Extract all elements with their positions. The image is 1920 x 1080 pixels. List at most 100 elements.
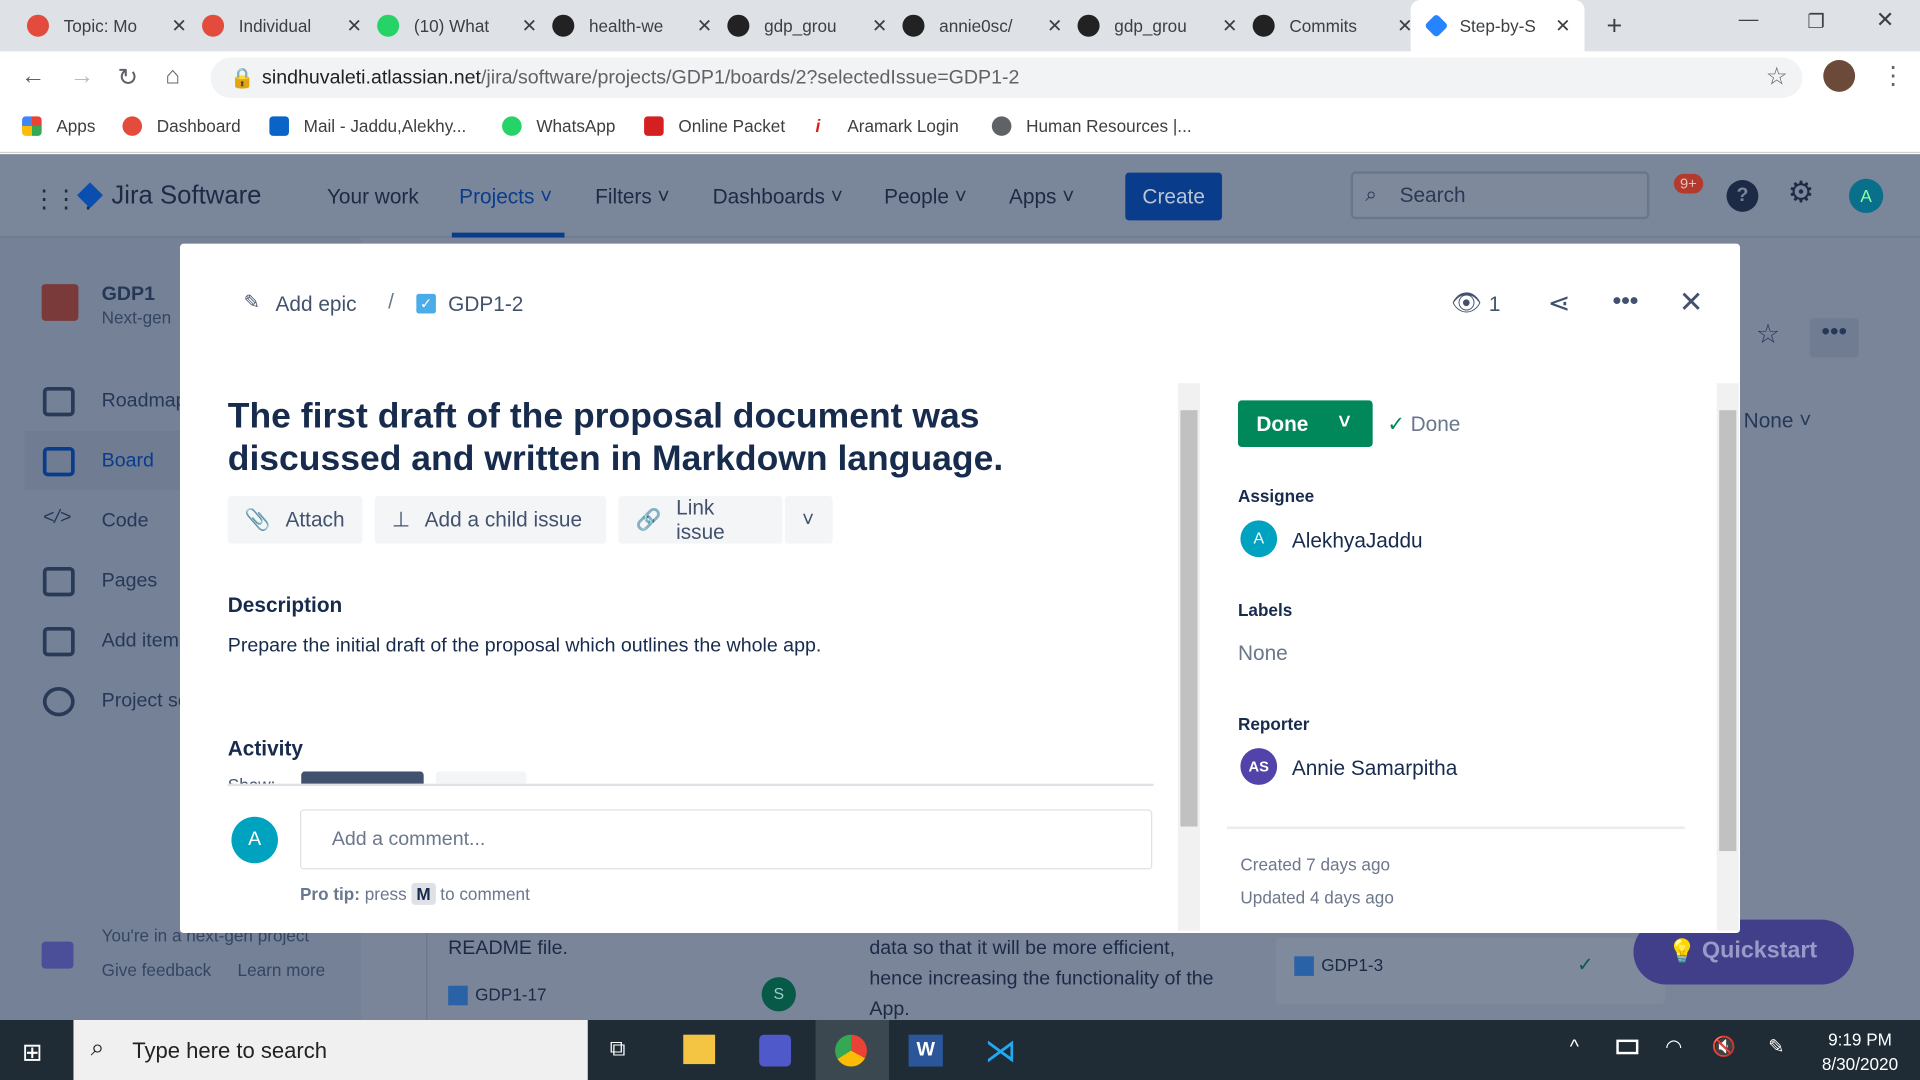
create-button[interactable]: Create	[1125, 172, 1223, 221]
search-icon: ⌕	[90, 1034, 105, 1062]
menu-icon[interactable]: ⋮	[1881, 60, 1905, 91]
share-icon[interactable]: ⋖	[1548, 288, 1571, 320]
sidebar-item-roadmap[interactable]: Roadmap	[42, 386, 187, 417]
give-feedback-link[interactable]: Give feedback	[102, 960, 212, 980]
board-card[interactable]: GDP1-3 ✓	[1275, 937, 1666, 1005]
watch-button[interactable]: 👁 1	[1451, 288, 1500, 319]
volume-icon[interactable]: 🔇	[1712, 1035, 1736, 1059]
task-view-icon[interactable]: ⧉	[610, 1036, 626, 1062]
profile-avatar[interactable]	[1823, 60, 1856, 92]
description-text[interactable]: Prepare the initial draft of the proposa…	[228, 636, 822, 658]
tab[interactable]: annie0sc/✕	[876, 0, 1062, 51]
bookmark[interactable]: i Aramark Login	[816, 116, 959, 136]
forward-button[interactable]: →	[70, 62, 94, 90]
board-card[interactable]: data so that it will be more efficient, …	[869, 933, 1224, 1025]
issue-modal: ✎ Add epic / ✓ GDP1-2 👁 1 ⋖ ••• ✕ The fi…	[180, 243, 1741, 934]
search-input[interactable]: ⌕ Search	[1350, 171, 1650, 220]
history-tab[interactable]	[435, 771, 527, 784]
sidebar-item-pages[interactable]: Pages	[42, 566, 157, 597]
bookmark[interactable]: Mail - Jaddu,Alekhy...	[269, 116, 466, 136]
description-label: Description	[227, 593, 343, 618]
link-issue-button[interactable]: 🔗 Link issue	[618, 495, 783, 544]
more-icon[interactable]: •••	[1809, 318, 1859, 358]
pen-icon[interactable]: ✎	[1768, 1035, 1784, 1059]
tab[interactable]: Commits ✕	[1226, 0, 1413, 51]
tray-chevron-icon[interactable]: ^	[1570, 1037, 1579, 1059]
sidebar-item-code[interactable]: </> Code	[43, 507, 149, 536]
tab[interactable]: Individual ✕	[175, 0, 362, 51]
star-icon[interactable]: ☆	[1766, 61, 1788, 92]
star-icon[interactable]: ☆	[1756, 318, 1780, 350]
minimize-button[interactable]: —	[1739, 10, 1759, 32]
add-item-icon	[42, 626, 75, 657]
tab[interactable]: gdp_grou ✕	[1051, 0, 1237, 51]
wifi-icon[interactable]: ◠	[1665, 1035, 1682, 1059]
file-explorer-icon[interactable]	[683, 1034, 716, 1065]
vscode-icon[interactable]: ⋊	[984, 1032, 1016, 1070]
chrome-icon[interactable]	[835, 1034, 867, 1067]
battery-icon[interactable]	[1616, 1039, 1639, 1055]
reporter-field[interactable]: Annie Samarpitha	[1292, 757, 1457, 781]
home-button[interactable]: ⌂	[165, 62, 180, 90]
windows-start-icon[interactable]: ⊞	[22, 1037, 43, 1068]
more-actions-icon[interactable]: •••	[1613, 288, 1639, 316]
nav-dashboards[interactable]: Dashboards ˅	[713, 185, 843, 209]
word-icon[interactable]: W	[908, 1034, 943, 1067]
issue-title[interactable]: The first draft of the proposal document…	[228, 396, 1146, 482]
github-icon	[902, 14, 925, 37]
tab[interactable]: (10) What ✕	[350, 0, 537, 51]
reload-button[interactable]: ↻	[118, 62, 139, 93]
tab[interactable]: gdp_grou ✕	[700, 0, 887, 51]
more-actions-dropdown[interactable]: ˅	[784, 495, 833, 544]
clock[interactable]: 9:19 PM 8/30/2020	[1812, 1027, 1908, 1076]
window-close-button[interactable]: ✕	[1876, 7, 1894, 33]
nav-your-work[interactable]: Your work	[327, 185, 419, 209]
comments-tab[interactable]	[301, 771, 424, 784]
right-scrollbar[interactable]	[1716, 383, 1739, 931]
close-icon[interactable]: ✕	[1555, 15, 1570, 37]
new-tab-button[interactable]: +	[1607, 10, 1623, 42]
add-child-issue-button[interactable]: ⊥ Add a child issue	[374, 495, 607, 544]
active-indicator	[451, 232, 565, 238]
taskbar-search[interactable]: ⌕ Type here to search	[73, 1020, 588, 1080]
attach-button[interactable]: 📎 Attach	[227, 495, 363, 544]
pages-icon	[42, 566, 75, 597]
filter-dropdown[interactable]: None ˅	[1744, 409, 1812, 433]
nav-filters[interactable]: Filters ˅	[595, 185, 670, 209]
tab[interactable]: health-we ✕	[525, 0, 712, 51]
issue-key-link[interactable]: GDP1-2	[448, 293, 523, 317]
restore-button[interactable]: ❐	[1807, 10, 1825, 34]
hierarchy-icon: ⊥	[391, 507, 410, 531]
notification-badge[interactable]: 9+	[1673, 173, 1703, 194]
whatsapp-icon	[502, 116, 522, 136]
assignee-field[interactable]: AlekhyaJaddu	[1292, 529, 1423, 553]
settings-icon[interactable]: ⚙	[1788, 175, 1814, 211]
task-icon: ✓	[416, 293, 436, 314]
add-epic-link[interactable]: Add epic	[276, 293, 357, 317]
nav-apps[interactable]: Apps ˅	[1009, 185, 1074, 209]
bookmark[interactable]: Online Packet	[644, 116, 785, 136]
status-dropdown[interactable]: Done ˅	[1237, 400, 1373, 447]
learn-more-link[interactable]: Learn more	[238, 960, 326, 980]
tab-active[interactable]: Step-by-S ✕	[1410, 0, 1585, 52]
sidebar-item-add[interactable]: Add item	[42, 626, 179, 657]
tab[interactable]: Topic: Mo ✕	[0, 0, 187, 51]
eye-icon: 👁	[1451, 290, 1483, 318]
left-scrollbar[interactable]	[1177, 383, 1201, 931]
nav-projects[interactable]: Projects ˅	[459, 185, 552, 209]
labels-field[interactable]: None	[1238, 642, 1288, 666]
bookmark[interactable]: WhatsApp	[502, 116, 615, 136]
sidebar-item-board[interactable]: Board	[42, 446, 154, 477]
comment-input[interactable]: Add a comment...	[300, 809, 1153, 870]
jira-logo[interactable]: Jira Software	[111, 181, 261, 210]
nav-people[interactable]: People ˅	[884, 185, 967, 209]
bookmark[interactable]: Apps	[22, 116, 95, 136]
close-icon[interactable]: ✕	[1679, 285, 1704, 321]
bookmark[interactable]: Human Resources |...	[991, 116, 1192, 136]
help-icon[interactable]: ?	[1726, 180, 1759, 212]
back-button[interactable]: ←	[21, 62, 45, 90]
address-bar[interactable]: 🔒 sindhuvaleti.atlassian.net/jira/softwar…	[210, 57, 1803, 98]
user-avatar[interactable]: A	[1848, 178, 1884, 214]
bookmark[interactable]: Dashboard	[122, 116, 241, 136]
teams-icon[interactable]	[759, 1034, 792, 1067]
